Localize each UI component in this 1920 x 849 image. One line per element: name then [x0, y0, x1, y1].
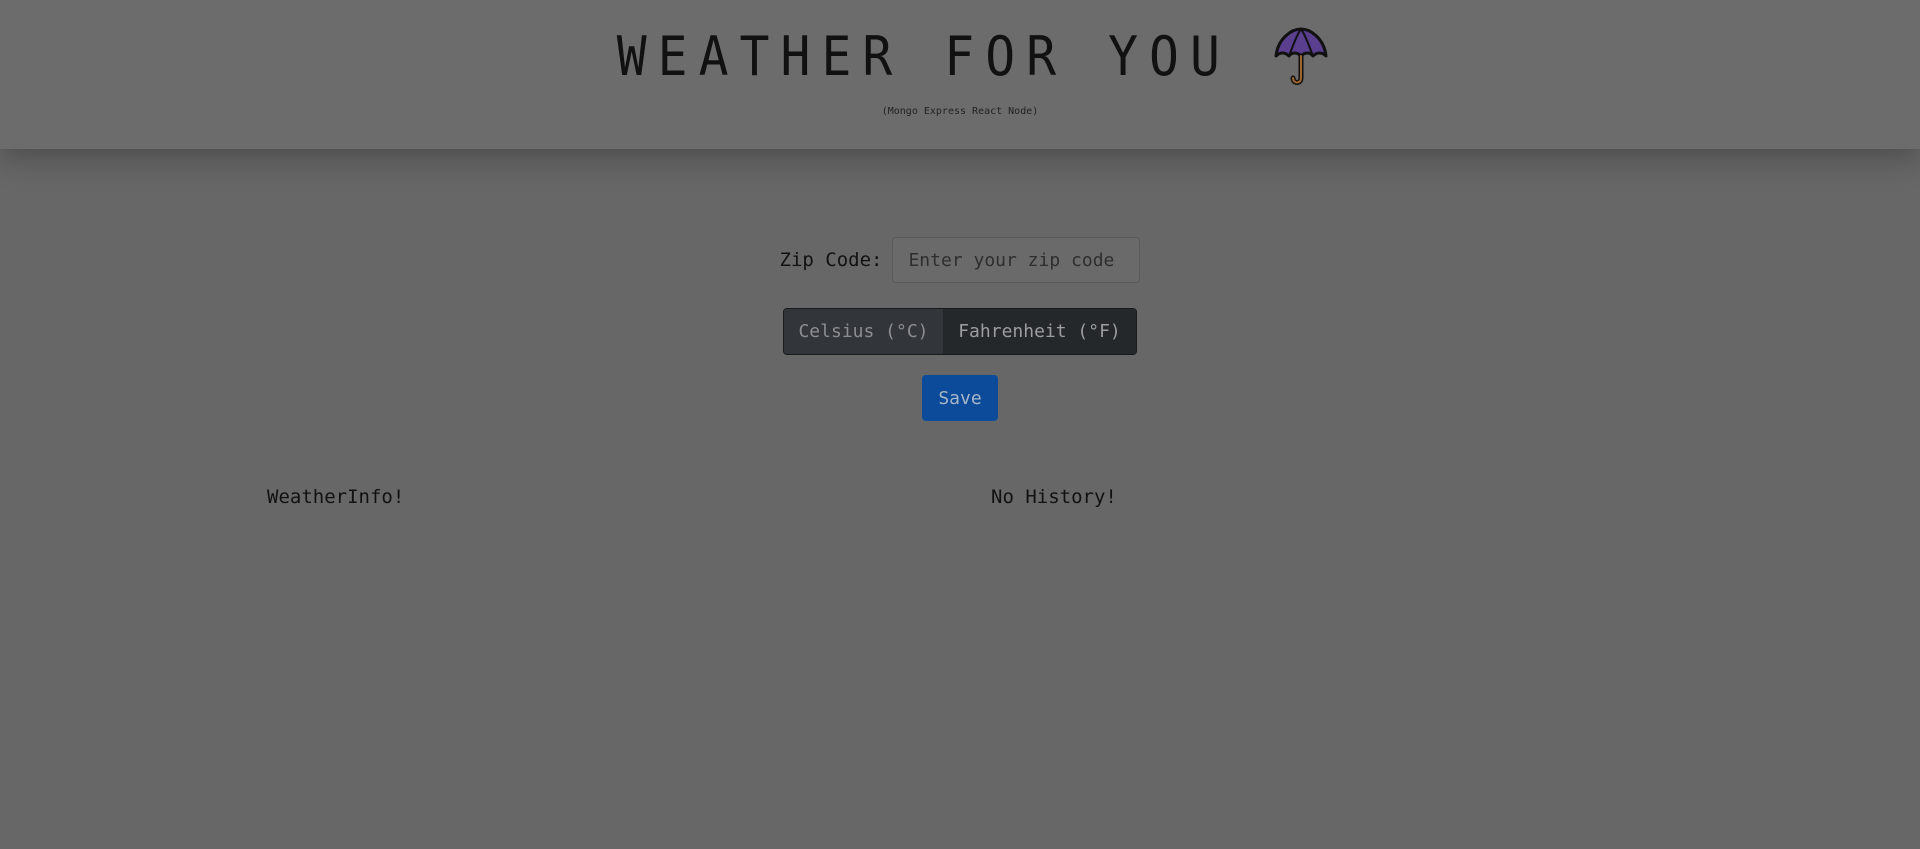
weather-info-text: WeatherInfo!: [267, 486, 405, 508]
fahrenheit-button[interactable]: Fahrenheit (°F): [943, 309, 1136, 354]
app-subtitle: (Mongo Express React Node): [881, 106, 1039, 117]
app-header: WEATHER FOR YOU (Mongo Express React Nod…: [0, 0, 1920, 149]
zip-form-row: Zip Code:: [0, 237, 1920, 283]
celsius-button[interactable]: Celsius (°C): [784, 309, 943, 354]
temperature-unit-toggle: Celsius (°C) Fahrenheit (°F): [783, 308, 1137, 355]
app-title: WEATHER FOR YOU: [616, 25, 1232, 88]
title-row: WEATHER FOR YOU: [0, 22, 1920, 92]
zip-code-label: Zip Code:: [779, 249, 883, 271]
umbrella-icon: [1274, 27, 1328, 85]
save-button[interactable]: Save: [922, 375, 998, 421]
history-text: No History!: [991, 486, 1117, 508]
zip-code-input[interactable]: [892, 237, 1141, 283]
